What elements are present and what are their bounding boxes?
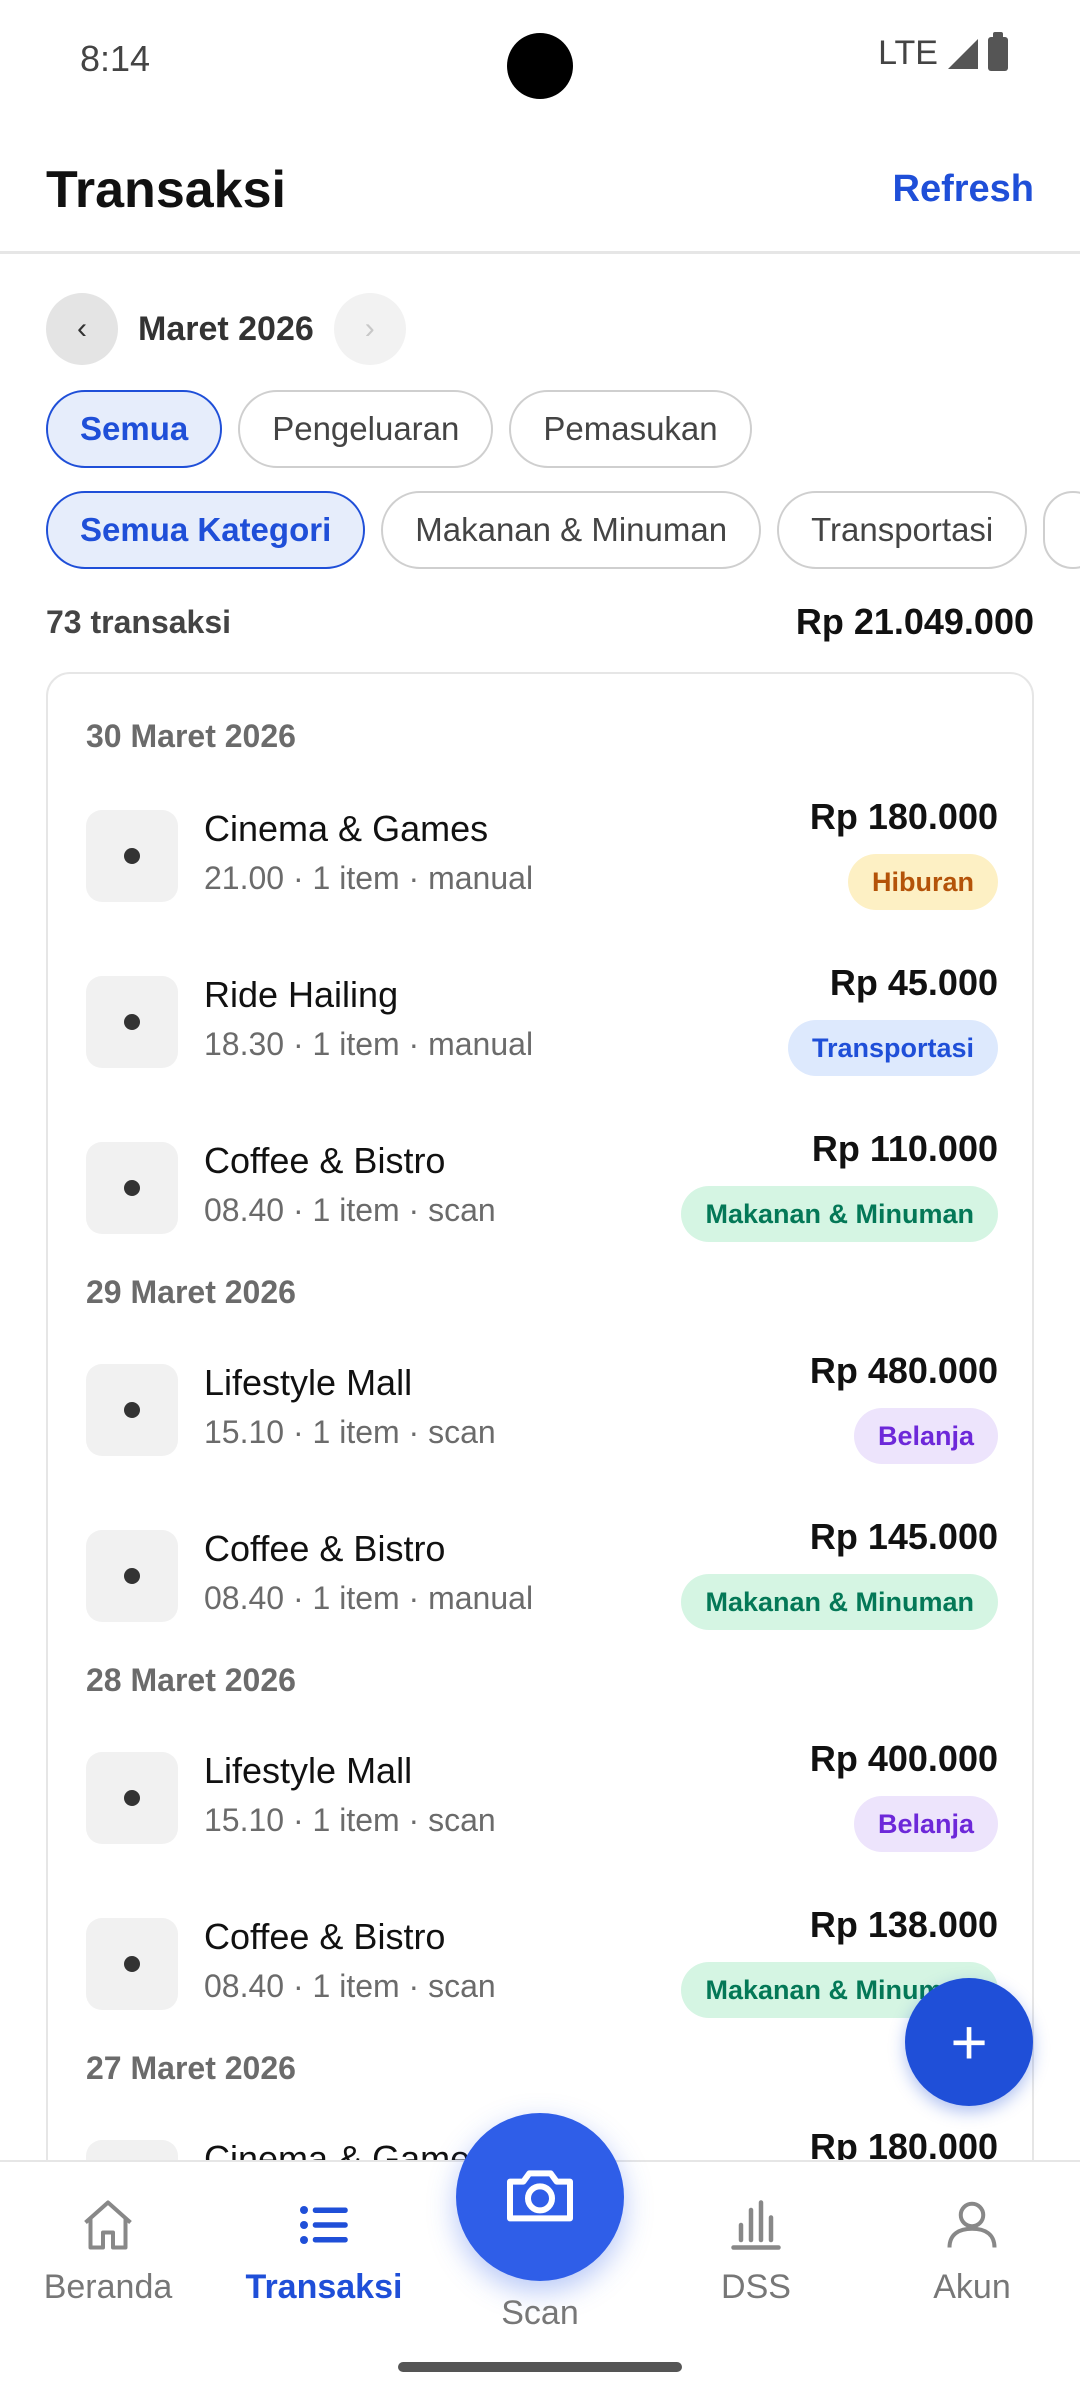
category-badge: Transportasi	[787, 1020, 998, 1076]
month-label: Maret 2026	[138, 309, 314, 348]
transaction-meta: 08.40 · 1 item · scan	[204, 1192, 496, 1228]
transaction-meta: 15.10 · 1 item · scan	[204, 1802, 496, 1838]
transaction-title: Cinema & Games	[204, 808, 489, 849]
user-icon	[872, 2192, 1072, 2258]
home-indicator[interactable]	[398, 2362, 682, 2372]
category-icon	[86, 1752, 178, 1844]
transaction-amount: Rp 400.000	[809, 1738, 998, 1779]
transaction-amount: Rp 110.000	[811, 1128, 998, 1169]
nav-item-akun[interactable]: Akun	[872, 2192, 1072, 2307]
nav-label: DSS	[721, 2268, 791, 2306]
signal-icon	[948, 38, 978, 69]
transaction-row[interactable]: Lifestyle Mall 15.10 · 1 item · scan Rp …	[48, 1736, 1032, 1866]
category-icon	[86, 1918, 178, 2010]
transaction-amount: Rp 480.000	[809, 1350, 998, 1391]
category-chip-partial[interactable]	[1043, 491, 1080, 569]
filter-chip-semua[interactable]: Semua	[46, 390, 223, 468]
category-chip-semua[interactable]: Semua Kategori	[46, 491, 366, 569]
transaction-row[interactable]: Cinema & Games 21.00 · 1 item · manual R…	[48, 794, 1032, 924]
add-transaction-button[interactable]: +	[905, 1978, 1033, 2106]
next-month-button[interactable]: ›	[333, 293, 406, 365]
type-filter-row: Semua Pengeluaran Pemasukan	[46, 390, 752, 468]
transaction-row[interactable]: Ride Hailing 18.30 · 1 item · manual Rp …	[48, 960, 1032, 1090]
page-title: Transaksi	[46, 161, 286, 219]
nav-label: Transaksi	[245, 2268, 403, 2306]
transaction-meta: 08.40 · 1 item · manual	[204, 1580, 534, 1616]
camera-icon	[500, 2155, 580, 2240]
transaction-meta: 21.00 · 1 item · manual	[204, 860, 534, 896]
transaction-meta: 08.40 · 1 item · scan	[204, 1968, 496, 2004]
transaction-summary: 73 transaksi Rp 21.049.000	[46, 600, 1034, 644]
transaction-row[interactable]: Coffee & Bistro 08.40 · 1 item · scan Rp…	[48, 1126, 1032, 1256]
transaction-title: Coffee & Bistro	[204, 1528, 446, 1569]
app-header: Transaksi Refresh	[0, 120, 1080, 254]
transaction-title: Coffee & Bistro	[204, 1140, 446, 1181]
month-navigator: ‹ Maret 2026 ›	[46, 293, 406, 365]
category-icon	[86, 976, 178, 1068]
chevron-left-icon: ‹	[77, 312, 87, 345]
transaction-title: Coffee & Bistro	[204, 1916, 446, 1957]
previous-month-button[interactable]: ‹	[46, 293, 118, 365]
date-heading: 27 Maret 2026	[86, 2050, 296, 2086]
category-icon	[86, 1530, 178, 1622]
transaction-count: 73 transaksi	[46, 603, 232, 640]
network-label: LTE	[878, 34, 938, 72]
transaction-title: Ride Hailing	[204, 974, 399, 1015]
chevron-right-icon: ›	[364, 312, 375, 345]
transaction-row[interactable]: Lifestyle Mall 15.10 · 1 item · scan Rp …	[48, 1348, 1032, 1478]
status-bar: 8:14 LTE	[0, 0, 1080, 120]
category-badge: Hiburan	[847, 854, 998, 910]
transaction-row[interactable]: Coffee & Bistro 08.40 · 1 item · manual …	[48, 1514, 1032, 1644]
scan-button[interactable]	[456, 2113, 624, 2281]
category-icon	[86, 1364, 178, 1456]
filter-chip-pemasukan[interactable]: Pemasukan	[509, 390, 752, 468]
nav-item-dss[interactable]: DSS	[656, 2192, 856, 2307]
category-filter-row: Semua Kategori Makanan & Minuman Transpo…	[46, 491, 1080, 569]
category-icon	[86, 810, 178, 902]
status-indicators: LTE	[878, 31, 1008, 73]
date-heading: 28 Maret 2026	[86, 1662, 296, 1698]
transaction-amount: Rp 138.000	[809, 1904, 998, 1945]
category-chip-transportasi[interactable]: Transportasi	[777, 491, 1028, 569]
status-time: 8:14	[80, 38, 151, 79]
transaction-total: Rp 21.049.000	[795, 601, 1034, 642]
date-heading: 29 Maret 2026	[86, 1274, 296, 1310]
plus-icon: +	[950, 2006, 988, 2078]
category-badge: Belanja	[853, 1796, 998, 1852]
nav-item-beranda[interactable]: Beranda	[8, 2192, 208, 2307]
transaction-meta: 18.30 · 1 item · manual	[204, 1026, 534, 1062]
transaction-title: Lifestyle Mall	[204, 1750, 413, 1791]
nav-label: Akun	[933, 2268, 1011, 2306]
camera-cutout	[507, 33, 573, 99]
transaction-list: 30 Maret 2026 Cinema & Games 21.00 · 1 i…	[46, 672, 1034, 2272]
transaction-amount: Rp 145.000	[809, 1516, 998, 1557]
date-heading: 30 Maret 2026	[86, 718, 296, 754]
scan-label: Scan	[501, 2294, 579, 2332]
nav-item-transaksi[interactable]: Transaksi	[224, 2192, 424, 2307]
refresh-button[interactable]: Refresh	[893, 168, 1035, 211]
filter-chip-pengeluaran[interactable]: Pengeluaran	[238, 390, 494, 468]
bar-chart-icon	[656, 2192, 856, 2258]
transaction-meta: 15.10 · 1 item · scan	[204, 1414, 496, 1450]
transaction-title: Lifestyle Mall	[204, 1362, 413, 1403]
category-icon	[86, 1142, 178, 1234]
battery-icon	[988, 31, 1008, 71]
category-badge: Makanan & Minuman	[681, 1186, 998, 1242]
category-badge: Makanan & Minuman	[681, 1574, 998, 1630]
home-icon	[8, 2192, 208, 2258]
transaction-amount: Rp 180.000	[809, 796, 998, 837]
list-icon	[224, 2192, 424, 2258]
category-chip-makanan[interactable]: Makanan & Minuman	[381, 491, 762, 569]
transaction-row[interactable]: Coffee & Bistro 08.40 · 1 item · scan Rp…	[48, 1902, 1032, 2032]
transaction-amount: Rp 45.000	[829, 962, 998, 1003]
category-badge: Belanja	[853, 1408, 998, 1464]
nav-label: Beranda	[43, 2268, 173, 2306]
